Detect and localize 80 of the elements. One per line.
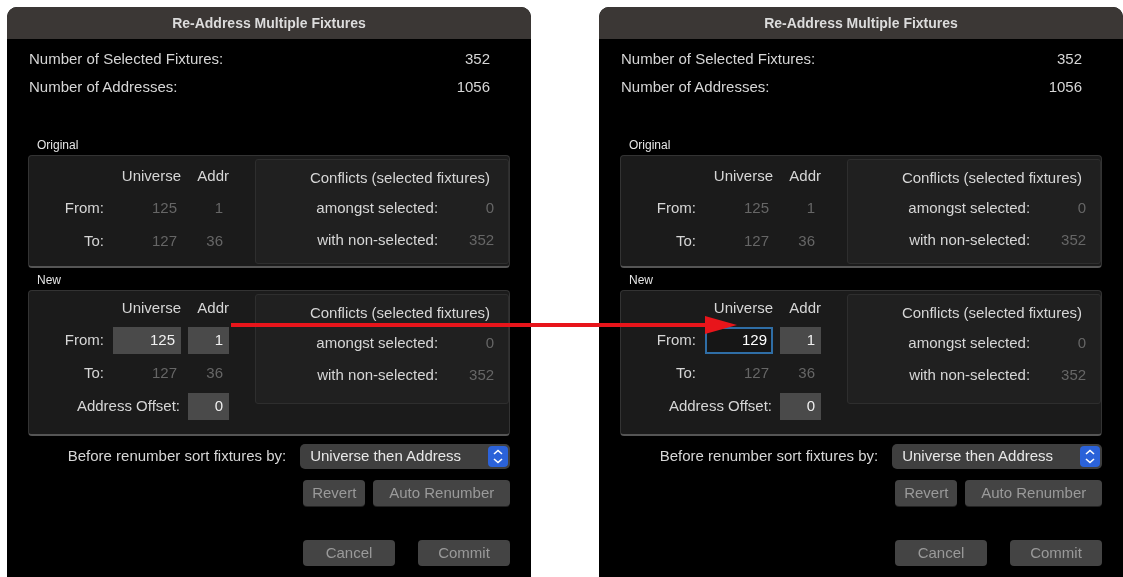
sort-label: Before renumber sort fixtures by: (66, 445, 287, 466)
row-label: To: (83, 363, 104, 384)
universe-value: 125 (742, 198, 770, 219)
universe-value: 127 (150, 231, 178, 252)
address-value: 36 (205, 231, 224, 252)
sort-dropdown[interactable]: Universe then Address (300, 443, 510, 469)
universe-value: 127 (742, 231, 770, 252)
conflicts-heading: Conflicts (selected fixtures) (309, 167, 490, 188)
conflict-count: 352 (468, 229, 495, 250)
column-header: Universe (120, 166, 181, 187)
section-title: New (629, 272, 653, 289)
sort-dropdown[interactable]: Universe then Address (892, 443, 1102, 469)
stat-value: 352 (464, 48, 490, 69)
conflict-count: 0 (484, 197, 495, 218)
row-label: From: (655, 330, 696, 351)
universe-value: 127 (150, 363, 178, 384)
row-label: To: (83, 231, 104, 252)
stat-label: Number of Selected Fixtures: (621, 48, 816, 69)
action-button[interactable]: Revert (303, 480, 366, 506)
address-value: 36 (205, 363, 224, 384)
conflict-label: amongst selected: (315, 197, 439, 218)
action-button[interactable]: Auto Renumber (373, 480, 510, 506)
section-title: Original (629, 137, 671, 154)
section-title: Original (37, 137, 79, 154)
address-value: 36 (797, 363, 816, 384)
conflict-count: 352 (1060, 229, 1087, 250)
conflict-count: 352 (468, 364, 495, 385)
stat-label: Number of Selected Fixtures: (29, 48, 224, 69)
conflict-count: 0 (484, 332, 495, 353)
number-field[interactable]: 1 (780, 327, 821, 354)
row-label: To: (675, 231, 696, 252)
column-header: Addr (196, 166, 229, 187)
number-field[interactable]: 125 (113, 327, 181, 354)
universe-value: 127 (742, 363, 770, 384)
conflicts-heading: Conflicts (selected fixtures) (901, 302, 1082, 323)
conflicts-heading: Conflicts (selected fixtures) (309, 302, 490, 323)
conflict-label: with non-selected: (316, 364, 439, 385)
conflict-label: with non-selected: (908, 229, 1031, 250)
universe-value: 125 (150, 198, 178, 219)
column-header: Addr (196, 298, 229, 319)
stat-value: 352 (1056, 48, 1082, 69)
row-label: Address Offset: (667, 396, 772, 417)
number-field[interactable]: 129 (705, 327, 773, 354)
row-label: From: (63, 330, 104, 351)
conflict-label: with non-selected: (316, 229, 439, 250)
stepper-icon (1080, 445, 1100, 467)
number-field[interactable]: 0 (780, 393, 821, 420)
column-header: Addr (788, 298, 821, 319)
row-label: To: (675, 363, 696, 384)
conflict-label: amongst selected: (907, 332, 1031, 353)
stat-label: Number of Addresses: (621, 76, 770, 97)
row-label: From: (655, 198, 696, 219)
conflict-count: 0 (1076, 197, 1087, 218)
conflict-count: 0 (1076, 332, 1087, 353)
stepper-icon (488, 445, 508, 467)
address-value: 1 (805, 198, 816, 219)
conflicts-heading: Conflicts (selected fixtures) (901, 167, 1082, 188)
conflict-label: amongst selected: (907, 197, 1031, 218)
column-header: Universe (120, 298, 181, 319)
action-button[interactable]: Auto Renumber (965, 480, 1102, 506)
row-label: From: (63, 198, 104, 219)
number-field[interactable]: 1 (188, 327, 229, 354)
action-button[interactable]: Revert (895, 480, 958, 506)
sort-label: Before renumber sort fixtures by: (658, 445, 879, 466)
column-header: Addr (788, 166, 821, 187)
window-title: Re-Address Multiple Fixtures (172, 13, 366, 33)
window-title: Re-Address Multiple Fixtures (764, 13, 958, 33)
number-field[interactable]: 0 (188, 393, 229, 420)
row-label: Address Offset: (75, 396, 180, 417)
address-value: 1 (213, 198, 224, 219)
conflict-label: amongst selected: (315, 332, 439, 353)
stat-label: Number of Addresses: (29, 76, 178, 97)
conflict-label: with non-selected: (908, 364, 1031, 385)
column-header: Universe (712, 298, 773, 319)
section-title: New (37, 272, 61, 289)
stat-value: 1056 (456, 76, 490, 97)
conflict-count: 352 (1060, 364, 1087, 385)
stat-value: 1056 (1048, 76, 1082, 97)
address-value: 36 (797, 231, 816, 252)
column-header: Universe (712, 166, 773, 187)
